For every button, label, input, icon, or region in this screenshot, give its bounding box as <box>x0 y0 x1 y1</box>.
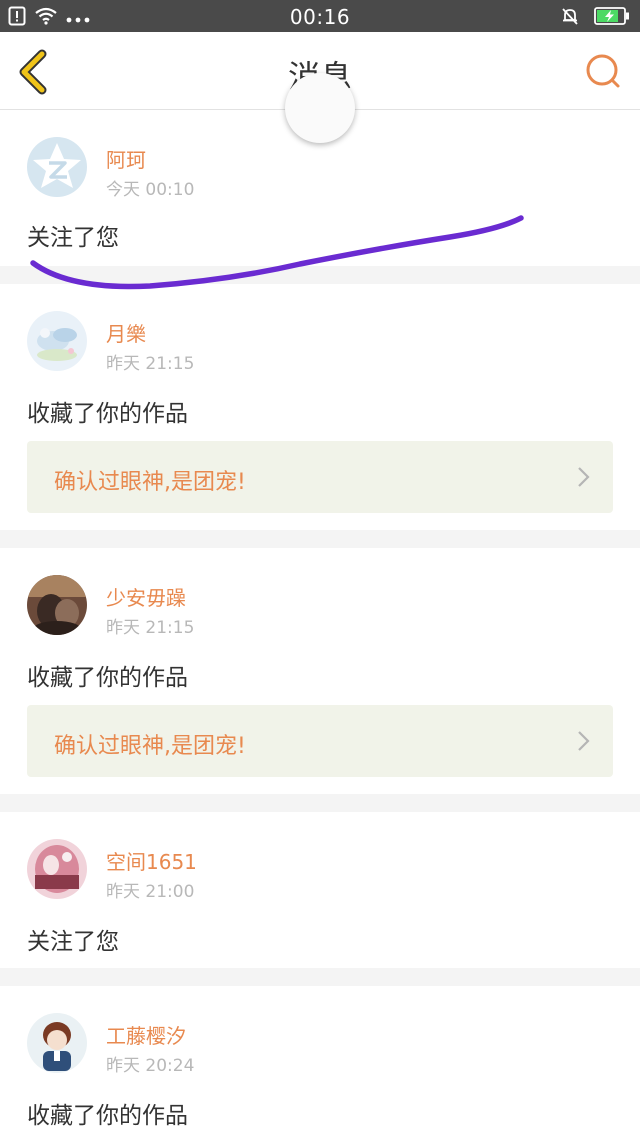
user-name[interactable]: 阿珂 <box>106 144 146 173</box>
search-icon <box>584 54 624 96</box>
message-text: 收藏了你的作品 <box>27 401 188 427</box>
loading-indicator <box>285 73 355 143</box>
user-name[interactable]: 少安毋躁 <box>106 582 186 611</box>
message-item[interactable]: 空间1651 昨天 21:00 关注了您 <box>0 812 640 968</box>
chevron-right-icon <box>577 729 591 753</box>
user-name[interactable]: 工藤樱汐 <box>106 1020 186 1049</box>
work-link[interactable]: 确认过眼神,是团宠! <box>27 441 613 513</box>
qzone-default-avatar-icon <box>27 137 87 197</box>
status-time: 00:16 <box>289 5 351 29</box>
message-text: 收藏了你的作品 <box>27 1103 188 1129</box>
message-item[interactable]: 工藤樱汐 昨天 20:24 收藏了你的作品 <box>0 986 640 1138</box>
message-time: 昨天 21:00 <box>106 882 195 902</box>
avatar[interactable] <box>27 137 87 197</box>
message-text: 关注了您 <box>27 225 119 251</box>
avatar[interactable] <box>27 575 87 635</box>
message-time: 今天 00:10 <box>106 180 195 200</box>
work-title: 确认过眼神,是团宠! <box>54 734 246 759</box>
avatar[interactable] <box>27 839 87 899</box>
message-item[interactable]: 月樂 昨天 21:15 收藏了你的作品 确认过眼神,是团宠! <box>0 284 640 530</box>
message-time: 昨天 21:15 <box>106 618 195 638</box>
work-link[interactable]: 确认过眼神,是团宠! <box>27 705 613 777</box>
message-time: 昨天 21:15 <box>106 354 195 374</box>
status-bar: 00:16 <box>0 0 640 32</box>
battery-charging-icon <box>594 7 630 29</box>
avatar[interactable] <box>27 1013 87 1073</box>
avatar[interactable] <box>27 311 87 371</box>
search-button[interactable] <box>584 52 624 92</box>
message-text: 收藏了你的作品 <box>27 665 188 691</box>
message-item[interactable]: 少安毋躁 昨天 21:15 收藏了你的作品 确认过眼神,是团宠! <box>0 548 640 794</box>
mute-bell-icon <box>560 6 580 30</box>
chevron-right-icon <box>577 465 591 489</box>
message-text: 关注了您 <box>27 929 119 955</box>
user-name[interactable]: 月樂 <box>106 318 146 347</box>
user-name[interactable]: 空间1651 <box>106 846 197 875</box>
message-time: 昨天 20:24 <box>106 1056 195 1076</box>
work-title: 确认过眼神,是团宠! <box>54 470 246 495</box>
status-right-icons <box>560 6 630 30</box>
